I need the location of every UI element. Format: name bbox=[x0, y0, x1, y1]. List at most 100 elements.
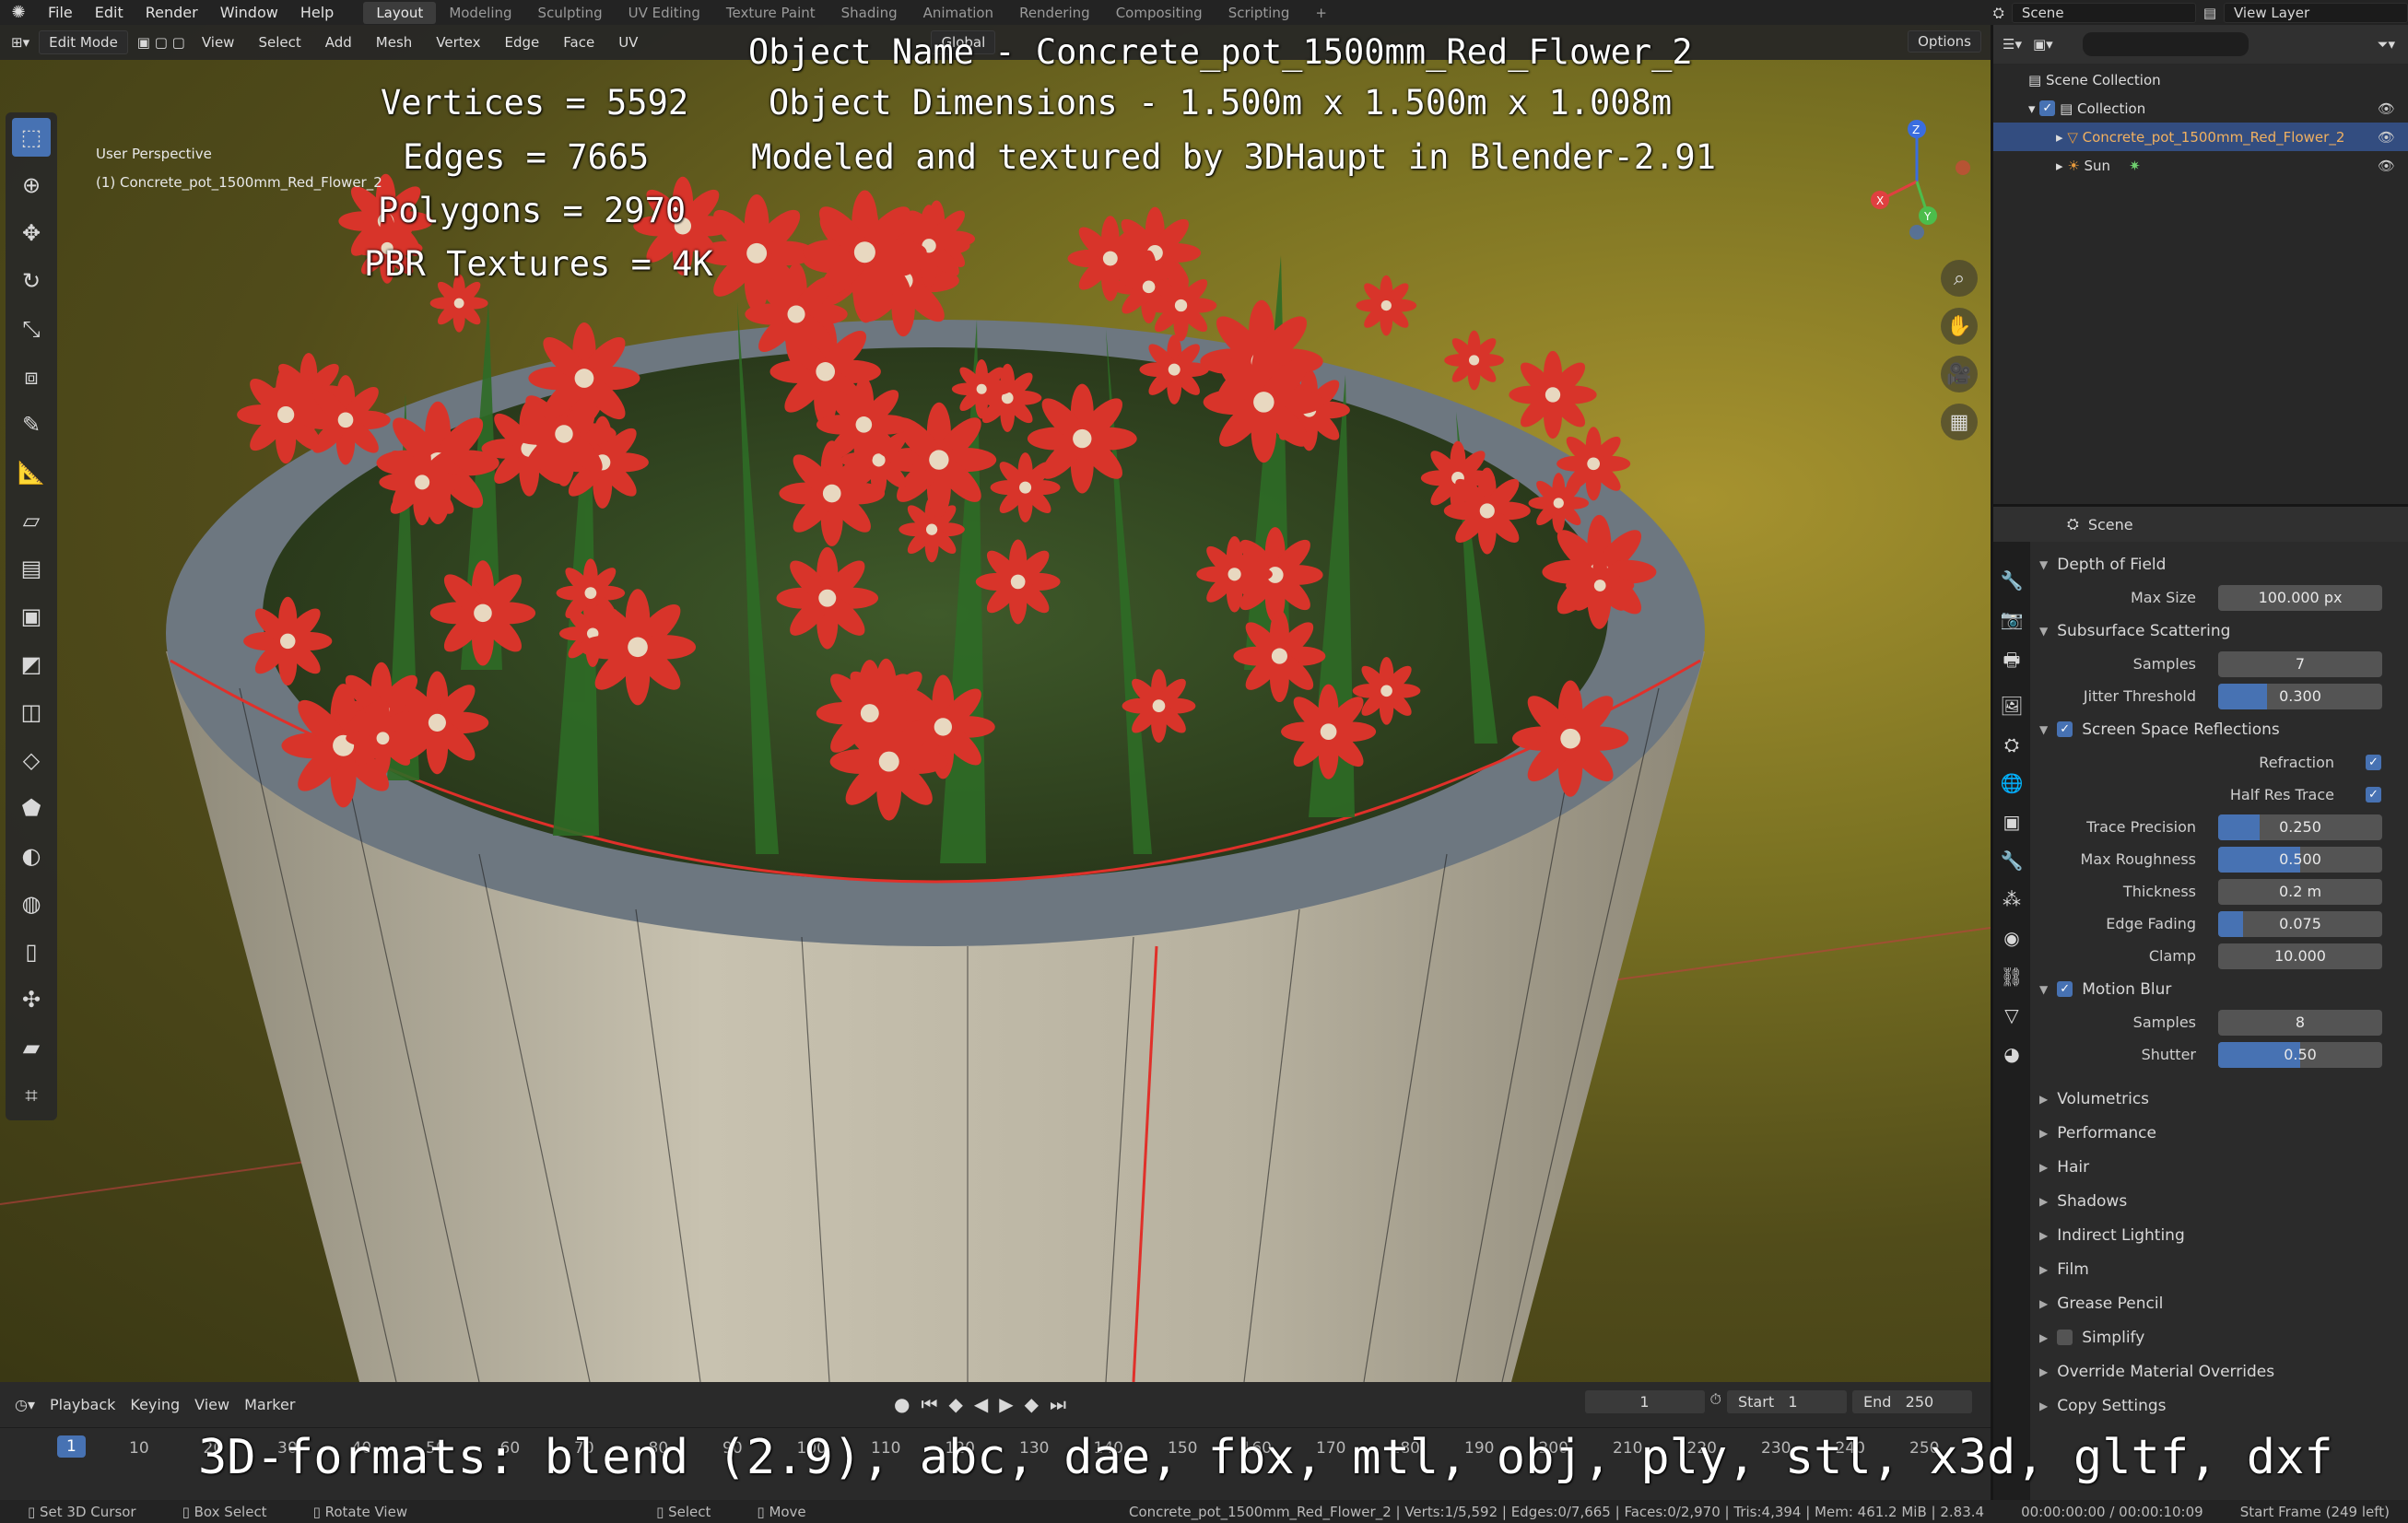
editor-type-icon[interactable]: ⊞▾ bbox=[11, 34, 29, 51]
visibility-eye-icon[interactable]: 👁 bbox=[2378, 158, 2395, 174]
transform-tool-icon[interactable]: ⧈ bbox=[12, 357, 51, 396]
filter-icon[interactable]: ⏷▾ bbox=[2377, 36, 2395, 53]
tab-modeling[interactable]: Modeling bbox=[436, 2, 524, 24]
particles-tab-icon[interactable]: ⁂ bbox=[2003, 888, 2021, 910]
neg-x-handle[interactable] bbox=[1956, 160, 1970, 175]
expand-arrow-icon[interactable]: ▸ bbox=[2056, 129, 2067, 146]
tab-shading[interactable]: Shading bbox=[828, 2, 910, 24]
menu-help[interactable]: Help bbox=[289, 4, 345, 21]
loop-cut-tool-icon[interactable]: ◫ bbox=[12, 693, 51, 732]
sss-samples-field[interactable]: 7 bbox=[2218, 650, 2382, 677]
panel-motion-blur[interactable]: ▼ ✓ Motion Blur bbox=[2034, 972, 2408, 1006]
outliner-row-sun[interactable]: ▸ ☀ Sun ✷ 👁 bbox=[1993, 151, 2408, 180]
tab-animation[interactable]: Animation bbox=[910, 2, 1006, 24]
poly-build-tool-icon[interactable]: ⬟ bbox=[12, 789, 51, 827]
camera-view-icon[interactable]: 🎥 bbox=[1941, 356, 1978, 392]
ortho-grid-icon[interactable]: ▦ bbox=[1941, 404, 1978, 440]
menu-file[interactable]: File bbox=[37, 4, 84, 21]
end-frame-field[interactable]: End 250 bbox=[1852, 1390, 1972, 1413]
panel-subsurface-scattering[interactable]: ▼ Subsurface Scattering bbox=[2034, 614, 2408, 648]
tab-compositing[interactable]: Compositing bbox=[1103, 2, 1216, 24]
panel-indirect-lighting[interactable]: ▶ Indirect Lighting bbox=[2034, 1218, 2408, 1252]
trace-precision-slider[interactable]: 0.250 bbox=[2218, 814, 2382, 840]
menu-render[interactable]: Render bbox=[135, 4, 209, 21]
tab-sculpting[interactable]: Sculpting bbox=[525, 2, 616, 24]
zoom-icon[interactable]: ⌕ bbox=[1941, 260, 1978, 297]
stopwatch-icon[interactable]: ⏱ bbox=[1710, 1390, 1721, 1413]
menu-marker[interactable]: Marker bbox=[244, 1396, 295, 1413]
menu-edit[interactable]: Edit bbox=[84, 4, 135, 21]
menu-mesh[interactable]: Mesh bbox=[369, 31, 420, 53]
smooth-tool-icon[interactable]: ◍ bbox=[12, 885, 51, 923]
output-tab-icon[interactable]: 🖶 bbox=[2003, 647, 2021, 678]
render-tab-icon[interactable]: 📷 bbox=[2001, 608, 2024, 630]
mb-samples-field[interactable]: 8 bbox=[2218, 1009, 2382, 1036]
panel-screen-space-reflections[interactable]: ▼ ✓ Screen Space Reflections bbox=[2034, 712, 2408, 746]
menu-uv[interactable]: UV bbox=[611, 31, 645, 53]
move-tool-icon[interactable]: ✥ bbox=[12, 214, 51, 252]
neg-z-handle[interactable] bbox=[1909, 225, 1924, 240]
rip-tool-icon[interactable]: ⌗ bbox=[12, 1076, 51, 1115]
outliner-editor-icon[interactable]: ☰▾ bbox=[2003, 36, 2022, 53]
shrink-tool-icon[interactable]: ✣ bbox=[12, 980, 51, 1019]
clamp-field[interactable]: 10.000 bbox=[2218, 943, 2382, 969]
visibility-eye-icon[interactable]: 👁 bbox=[2378, 129, 2395, 146]
menu-keying[interactable]: Keying bbox=[130, 1396, 180, 1413]
menu-vertex[interactable]: Vertex bbox=[429, 31, 487, 53]
view-layer-tab-icon[interactable]: 🖼 bbox=[2000, 695, 2023, 717]
edge-slide-tool-icon[interactable]: ▯ bbox=[12, 932, 51, 971]
max-size-field[interactable]: 100.000 px bbox=[2218, 584, 2382, 611]
measure-tool-icon[interactable]: 📐 bbox=[12, 453, 51, 492]
scale-tool-icon[interactable]: ⤡ bbox=[12, 310, 51, 348]
menu-edge[interactable]: Edge bbox=[498, 31, 547, 53]
menu-timeline-view[interactable]: View bbox=[194, 1396, 229, 1413]
menu-playback[interactable]: Playback bbox=[50, 1396, 115, 1413]
jump-start-icon[interactable]: ⏮ bbox=[921, 1393, 937, 1415]
clock-icon[interactable]: ◷▾ bbox=[15, 1396, 35, 1413]
outliner-row-collection[interactable]: ▾ ✓ ▤ Collection 👁 bbox=[1993, 94, 2408, 123]
panel-grease-pencil[interactable]: ▶ Grease Pencil bbox=[2034, 1286, 2408, 1320]
add-cube-tool-icon[interactable]: ▱ bbox=[12, 501, 51, 540]
jitter-slider[interactable]: 0.300 bbox=[2218, 683, 2382, 709]
physics-tab-icon[interactable]: ◉ bbox=[2003, 927, 2019, 949]
shear-tool-icon[interactable]: ▰ bbox=[12, 1028, 51, 1067]
mode-dropdown[interactable]: Edit Mode bbox=[39, 30, 128, 54]
tab-layout[interactable]: Layout bbox=[363, 1, 437, 24]
view-layer-field[interactable]: View Layer bbox=[2224, 2, 2408, 23]
modifier-tab-icon[interactable]: 🔧 bbox=[2001, 849, 2024, 872]
current-frame-field[interactable]: 1 bbox=[1584, 1390, 1705, 1413]
tab-uv-editing[interactable]: UV Editing bbox=[616, 2, 713, 24]
data-tab-icon[interactable]: ▽ bbox=[2004, 1004, 2018, 1026]
collection-checkbox[interactable]: ✓ bbox=[2039, 100, 2056, 116]
cursor-tool-icon[interactable]: ⊕ bbox=[12, 166, 51, 205]
select-box-tool-icon[interactable]: ⬚ bbox=[12, 118, 51, 157]
panel-performance[interactable]: ▶ Performance bbox=[2034, 1116, 2408, 1150]
menu-face[interactable]: Face bbox=[556, 31, 602, 53]
add-workspace-icon[interactable]: + bbox=[1302, 2, 1340, 24]
panel-simplify[interactable]: ▶ Simplify bbox=[2034, 1320, 2408, 1354]
prev-key-icon[interactable]: ◆ bbox=[948, 1393, 962, 1415]
scene-field[interactable]: Scene bbox=[2011, 2, 2196, 23]
world-tab-icon[interactable]: 🌐 bbox=[2001, 772, 2024, 794]
options-dropdown[interactable]: Options bbox=[1908, 30, 1981, 53]
spin-tool-icon[interactable]: ◐ bbox=[12, 837, 51, 875]
current-frame-marker[interactable]: 1 bbox=[57, 1435, 86, 1458]
tab-rendering[interactable]: Rendering bbox=[1006, 2, 1103, 24]
tab-scripting[interactable]: Scripting bbox=[1216, 2, 1303, 24]
panel-hair[interactable]: ▶ Hair bbox=[2034, 1150, 2408, 1184]
knife-tool-icon[interactable]: ◇ bbox=[12, 741, 51, 779]
play-icon[interactable]: ▶ bbox=[999, 1393, 1013, 1415]
simplify-checkbox[interactable] bbox=[2057, 1330, 2073, 1345]
outliner-search-input[interactable] bbox=[2082, 32, 2249, 56]
next-key-icon[interactable]: ◆ bbox=[1025, 1393, 1039, 1415]
menu-window[interactable]: Window bbox=[209, 4, 289, 21]
tab-texture-paint[interactable]: Texture Paint bbox=[713, 2, 828, 24]
panel-material-overrides[interactable]: ▶ Override Material Overrides bbox=[2034, 1354, 2408, 1388]
3d-viewport[interactable]: ⊞▾ Edit Mode ▣ ▢ ▢ View Select Add Mesh … bbox=[0, 25, 1991, 1382]
menu-select[interactable]: Select bbox=[251, 31, 308, 53]
panel-volumetrics[interactable]: ▶ Volumetrics bbox=[2034, 1082, 2408, 1116]
expand-arrow-icon[interactable]: ▾ bbox=[2028, 100, 2039, 117]
object-tab-icon[interactable]: ▣ bbox=[2003, 811, 2021, 833]
half-res-checkbox[interactable]: ✓ bbox=[2366, 787, 2381, 803]
play-reverse-icon[interactable]: ◀ bbox=[974, 1393, 988, 1415]
